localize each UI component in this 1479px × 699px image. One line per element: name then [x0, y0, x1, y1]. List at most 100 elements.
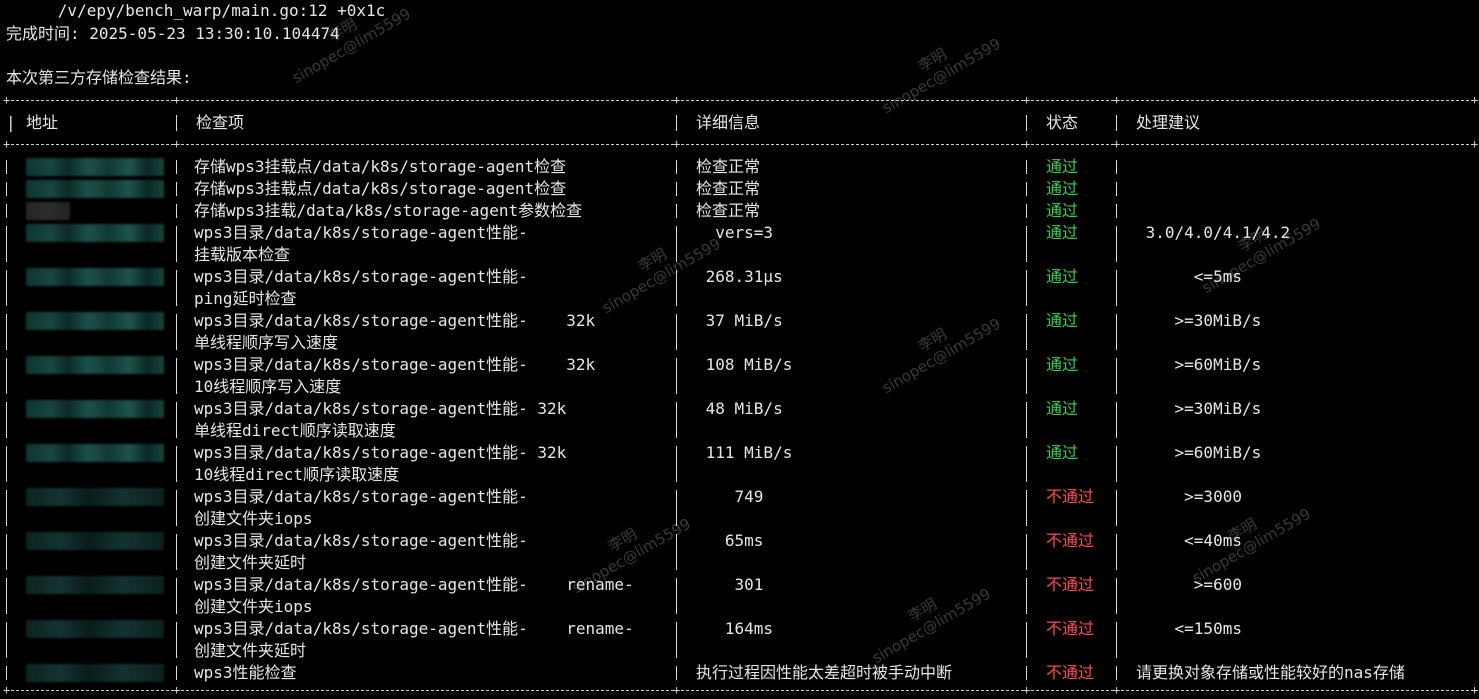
check-item-detail: 创建文件夹延时 — [194, 641, 307, 660]
column-divider — [6, 204, 7, 218]
column-divider — [1026, 226, 1027, 262]
check-item: wps3目录/data/k8s/storage-agent性能- — [194, 487, 528, 506]
detail-info: 执行过程因性能太差超时被手动中断 — [696, 663, 953, 682]
advice-text: >=600 — [1136, 575, 1242, 594]
column-divider — [1116, 160, 1117, 174]
status-badge: 通过 — [1046, 399, 1079, 418]
column-divider — [6, 358, 7, 394]
check-item: wps3性能检查 — [194, 663, 297, 682]
table-header-border — [6, 144, 1474, 145]
status-badge: 不通过 — [1046, 663, 1095, 682]
redacted-address — [26, 488, 164, 506]
watermark: 李明 sinopec@lim5599 — [870, 299, 1004, 397]
column-header-address: 地址 — [26, 113, 59, 132]
check-item: wps3目录/data/k8s/storage-agent性能- — [194, 223, 528, 242]
status-badge: 不通过 — [1046, 619, 1095, 638]
table-top-border — [6, 100, 1474, 101]
redacted-address — [26, 312, 164, 330]
column-divider — [1026, 534, 1027, 570]
redacted-address — [26, 620, 164, 638]
column-divider — [1116, 666, 1117, 680]
column-divider — [1026, 666, 1027, 680]
status-badge: 通过 — [1046, 223, 1079, 242]
column-header-status: 状态 — [1046, 113, 1079, 132]
watermark: 李明 sinopec@lim5599 — [1190, 199, 1324, 297]
detail-info: 301 — [696, 575, 764, 594]
redacted-address — [26, 664, 164, 682]
column-divider — [6, 182, 7, 196]
check-item-detail: 单线程顺序写入速度 — [194, 333, 339, 352]
check-item: wps3目录/data/k8s/storage-agent性能- rename- — [194, 619, 634, 638]
column-divider — [1116, 490, 1117, 526]
column-divider — [6, 622, 7, 658]
column-divider — [176, 115, 177, 131]
column-header-item: 检查项 — [196, 113, 245, 132]
check-item: wps3目录/data/k8s/storage-agent性能- — [194, 267, 528, 286]
column-divider — [1026, 314, 1027, 350]
column-divider — [6, 160, 7, 174]
redacted-address — [26, 532, 164, 550]
check-item: wps3目录/data/k8s/storage-agent性能- 32k — [194, 311, 596, 330]
stack-trace-line: /v/epy/bench_warp/main.go:12 +0x1c — [0, 1, 386, 20]
redacted-address — [26, 224, 164, 242]
column-divider — [676, 446, 677, 482]
check-item: 存储wps3挂载点/data/k8s/storage-agent检查 — [194, 179, 567, 198]
check-item-detail: 创建文件夹延时 — [194, 553, 307, 572]
status-badge: 通过 — [1046, 355, 1079, 374]
detail-info: 108 MiB/s — [696, 355, 793, 374]
column-divider — [1026, 270, 1027, 306]
table-bottom-border — [6, 690, 1474, 691]
column-divider — [1116, 270, 1117, 306]
column-divider — [1026, 578, 1027, 614]
advice-text: 请更换对象存储或性能较好的nas存储 — [1136, 663, 1405, 682]
status-badge: 通过 — [1046, 443, 1079, 462]
column-divider — [1026, 182, 1027, 196]
result-title: 本次第三方存储检查结果: — [6, 68, 192, 87]
redacted-address — [26, 180, 164, 198]
column-header-detail: 详细信息 — [696, 113, 761, 132]
status-badge: 通过 — [1046, 157, 1079, 176]
redacted-address — [26, 576, 164, 594]
column-divider — [6, 666, 7, 680]
column-divider — [176, 534, 177, 570]
column-divider — [176, 402, 177, 438]
finish-time-line: 完成时间: 2025-05-23 13:30:10.104474 — [6, 24, 340, 43]
column-divider — [1116, 534, 1117, 570]
column-divider — [1026, 204, 1027, 218]
check-item-detail: 创建文件夹iops — [194, 597, 313, 616]
column-divider — [1116, 204, 1117, 218]
column-divider — [6, 402, 7, 438]
column-divider — [676, 622, 677, 658]
check-item: wps3目录/data/k8s/storage-agent性能- 32k — [194, 355, 596, 374]
check-item: wps3目录/data/k8s/storage-agent性能- — [194, 531, 528, 550]
status-badge: 不通过 — [1046, 575, 1095, 594]
column-divider — [176, 666, 177, 680]
column-divider — [1026, 402, 1027, 438]
table-corner: + — [1023, 683, 1031, 697]
table-corner: + — [1471, 137, 1479, 151]
redacted-address — [26, 268, 164, 286]
table-corner: + — [1023, 137, 1031, 151]
table-corner: + — [1113, 93, 1121, 107]
column-divider — [6, 270, 7, 306]
check-item: 存储wps3挂载/data/k8s/storage-agent参数检查 — [194, 201, 583, 220]
column-divider — [1116, 314, 1117, 350]
status-badge: 不通过 — [1046, 487, 1095, 506]
redacted-address — [26, 158, 164, 176]
advice-text: <=150ms — [1136, 619, 1242, 638]
column-divider — [676, 666, 677, 680]
column-divider — [1026, 358, 1027, 394]
advice-text: >=30MiB/s — [1136, 311, 1262, 330]
check-item: 存储wps3挂载点/data/k8s/storage-agent检查 — [194, 157, 567, 176]
redacted-address — [26, 356, 164, 374]
detail-info: 检查正常 — [696, 157, 761, 176]
column-divider — [6, 226, 7, 262]
terminal-window[interactable]: /v/epy/bench_warp/main.go:12 +0x1c 完成时间:… — [0, 0, 1479, 699]
table-corner: + — [1113, 137, 1121, 151]
table-corner: + — [673, 137, 681, 151]
column-header-advice: 处理建议 — [1136, 113, 1201, 132]
column-divider — [1116, 446, 1117, 482]
table-corner: + — [1113, 683, 1121, 697]
column-divider — [6, 490, 7, 526]
detail-info: 164ms — [696, 619, 774, 638]
